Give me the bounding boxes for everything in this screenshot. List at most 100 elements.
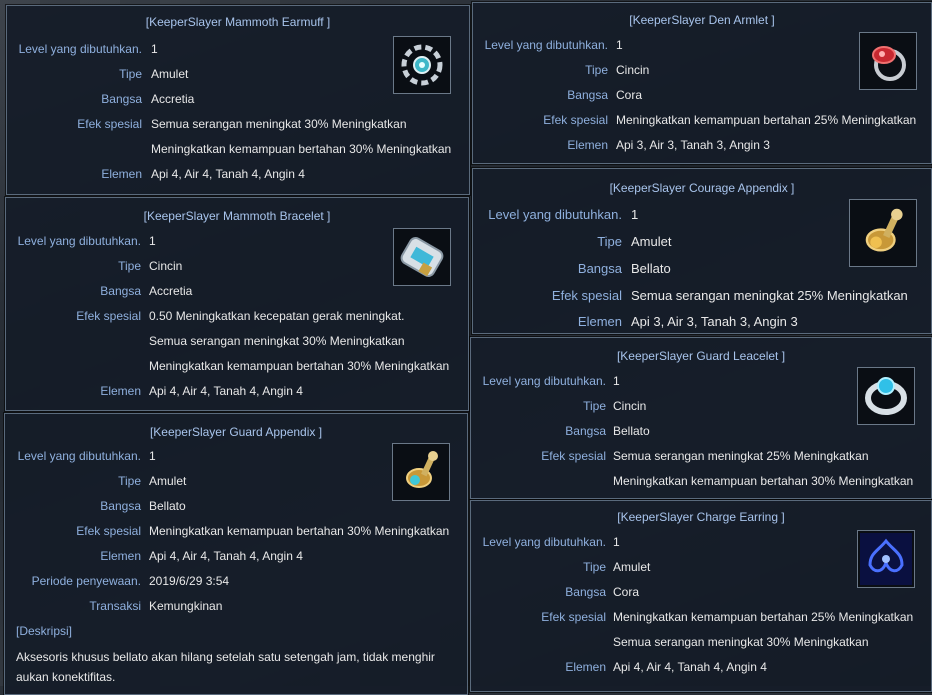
stat-label: Elemen (567, 138, 608, 152)
stat-value: 0.50 Meningkatkan kecepatan gerak mening… (149, 309, 405, 323)
item-title: [KeeperSlayer Mammoth Bracelet ] (143, 209, 331, 223)
stat-value: 1 (149, 234, 156, 248)
stat-value: Api 4, Air 4, Tanah 4, Angin 4 (149, 384, 303, 398)
stat-row: Meningkatkan kemampuan bertahan 30% Meni… (471, 471, 931, 491)
stat-value: Amulet (151, 67, 189, 81)
stat-value: Meningkatkan kemampuan bertahan 30% Meni… (151, 142, 452, 156)
stat-label: Efek spesial (76, 309, 141, 323)
tooltip-mammoth-bracelet: [KeeperSlayer Mammoth Bracelet ] Level y… (5, 197, 469, 411)
stat-value: Cincin (613, 399, 647, 413)
description-text: Aksesoris khusus bellato akan hilang set… (16, 650, 435, 684)
stat-label: Transaksi (89, 599, 141, 613)
stat-value: Amulet (631, 234, 672, 249)
stat-row: Level yang dibutuhkan. 1 (471, 371, 931, 391)
stat-value: Api 4, Air 4, Tanah 4, Angin 4 (149, 549, 303, 563)
stat-value: Api 3, Air 3, Tanah 3, Angin 3 (631, 314, 798, 329)
stat-value: Api 4, Air 4, Tanah 4, Angin 4 (151, 167, 305, 181)
stat-label: Bangsa (100, 499, 141, 513)
item-title: [KeeperSlayer Mammoth Earmuff ] (145, 15, 331, 29)
stat-row: Bangsa Accretia (6, 281, 468, 301)
stat-label: Tipe (118, 259, 141, 273)
stat-value: Bellato (149, 499, 186, 513)
stat-label: Elemen (101, 167, 142, 181)
stat-label: Efek spesial (541, 449, 606, 463)
stat-value: Cora (613, 585, 640, 599)
stat-row: Bangsa Accretia (7, 89, 469, 109)
stat-label: Bangsa (565, 585, 606, 599)
stat-row: Tipe Amulet (7, 64, 469, 84)
stat-value: Meningkatkan kemampuan bertahan 25% Meni… (616, 113, 917, 127)
stat-label: Efek spesial (77, 117, 142, 131)
item-title: [KeeperSlayer Guard Leacelet ] (616, 349, 786, 363)
stat-row: Tipe Amulet (471, 557, 931, 577)
stat-value: 1 (149, 449, 156, 463)
stat-label: Bangsa (577, 261, 622, 276)
stat-label: Level yang dibutuhkan. (482, 374, 606, 388)
tooltip-charge-earring: [KeeperSlayer Charge Earring ] Level yan… (470, 500, 932, 692)
stat-row: Tipe Amulet (473, 232, 931, 252)
stat-value: Cora (616, 88, 643, 102)
stat-value: Amulet (149, 474, 187, 488)
stat-label: Efek spesial (541, 610, 606, 624)
stat-value: 1 (151, 42, 158, 56)
stat-row: Semua serangan meningkat 30% Meningkatka… (6, 331, 468, 351)
stat-label: Level yang dibutuhkan. (17, 449, 141, 463)
stat-row: Efek spesial 0.50 Meningkatkan kecepatan … (6, 306, 468, 326)
stat-row: Efek spesial Semua serangan meningkat 25%… (473, 286, 931, 306)
stat-value: Semua serangan meningkat 25% Meningkatka… (613, 449, 869, 463)
stat-label: Bangsa (100, 284, 141, 298)
tooltip-courage-appendix: [KeeperSlayer Courage Appendix ] Level y… (472, 168, 932, 334)
stat-value: Cincin (616, 63, 650, 77)
stat-row: Elemen Api 3, Air 3, Tanah 3, Angin 3 (473, 312, 931, 332)
stat-value: Meningkatkan kemampuan bertahan 25% Meni… (613, 610, 914, 624)
stat-row: Elemen Api 3, Air 3, Tanah 3, Angin 3 (473, 135, 931, 155)
stat-row: Tipe Cincin (473, 60, 931, 80)
stat-label: Elemen (577, 314, 622, 329)
stat-row: Efek spesial Meningkatkan kemampuan berta… (5, 521, 467, 541)
stat-value: Meningkatkan kemampuan bertahan 30% Meni… (613, 474, 914, 488)
stat-row: Level yang dibutuhkan. 1 (473, 205, 931, 225)
stat-row: Efek spesial Meningkatkan kemampuan berta… (473, 110, 931, 130)
stat-label: Elemen (565, 660, 606, 674)
stat-row: Periode penyewaan. 2019/6/29 3:54 (5, 571, 467, 591)
stat-value: 1 (616, 38, 623, 52)
stat-row: Efek spesial Semua serangan meningkat 30%… (7, 114, 469, 134)
stat-value: Meningkatkan kemampuan bertahan 30% Meni… (149, 524, 450, 538)
stat-value: 1 (613, 374, 620, 388)
stat-row: Tipe Amulet (5, 471, 467, 491)
stat-label: Tipe (118, 474, 141, 488)
stat-row: Level yang dibutuhkan. 1 (6, 231, 468, 251)
item-title: [KeeperSlayer Charge Earring ] (617, 510, 785, 524)
stat-row: Tipe Cincin (6, 256, 468, 276)
stat-row: Bangsa Cora (471, 582, 931, 602)
stat-value: Accretia (149, 284, 193, 298)
stat-value: 2019/6/29 3:54 (149, 574, 230, 588)
description-label: [Deskripsi] (16, 624, 73, 638)
stat-label: Elemen (100, 384, 141, 398)
stat-row: Bangsa Cora (473, 85, 931, 105)
stat-row: Bangsa Bellato (5, 496, 467, 516)
stat-label: Level yang dibutuhkan. (488, 207, 622, 222)
item-title: [KeeperSlayer Courage Appendix ] (609, 181, 795, 195)
stat-row: Elemen Api 4, Air 4, Tanah 4, Angin 4 (5, 546, 467, 566)
stat-row: Tipe Cincin (471, 396, 931, 416)
stat-label: Bangsa (101, 92, 142, 106)
stat-label: Tipe (583, 560, 606, 574)
stat-label: Tipe (585, 63, 608, 77)
stat-row: Meningkatkan kemampuan bertahan 30% Meni… (7, 139, 469, 159)
stat-value: 1 (631, 207, 639, 222)
stat-label: Tipe (597, 234, 622, 249)
stat-row: Efek spesial Meningkatkan kemampuan berta… (471, 607, 931, 627)
stat-row: Level yang dibutuhkan. 1 (473, 35, 931, 55)
stat-value: Accretia (151, 92, 195, 106)
stat-value: Semua serangan meningkat 30% Meningkatka… (151, 117, 407, 131)
tooltip-mammoth-earmuff: [KeeperSlayer Mammoth Earmuff ] Level ya… (6, 5, 470, 195)
stat-row: Efek spesial Semua serangan meningkat 25%… (471, 446, 931, 466)
stat-label: Level yang dibutuhkan. (17, 234, 141, 248)
stat-value: Meningkatkan kemampuan bertahan 30% Meni… (149, 359, 450, 373)
stat-label: Efek spesial (543, 113, 608, 127)
stat-row: Level yang dibutuhkan. 1 (5, 446, 467, 466)
stat-row: Elemen Api 4, Air 4, Tanah 4, Angin 4 (6, 381, 468, 401)
item-title: [KeeperSlayer Den Armlet ] (629, 13, 775, 27)
stat-row: Bangsa Bellato (471, 421, 931, 441)
